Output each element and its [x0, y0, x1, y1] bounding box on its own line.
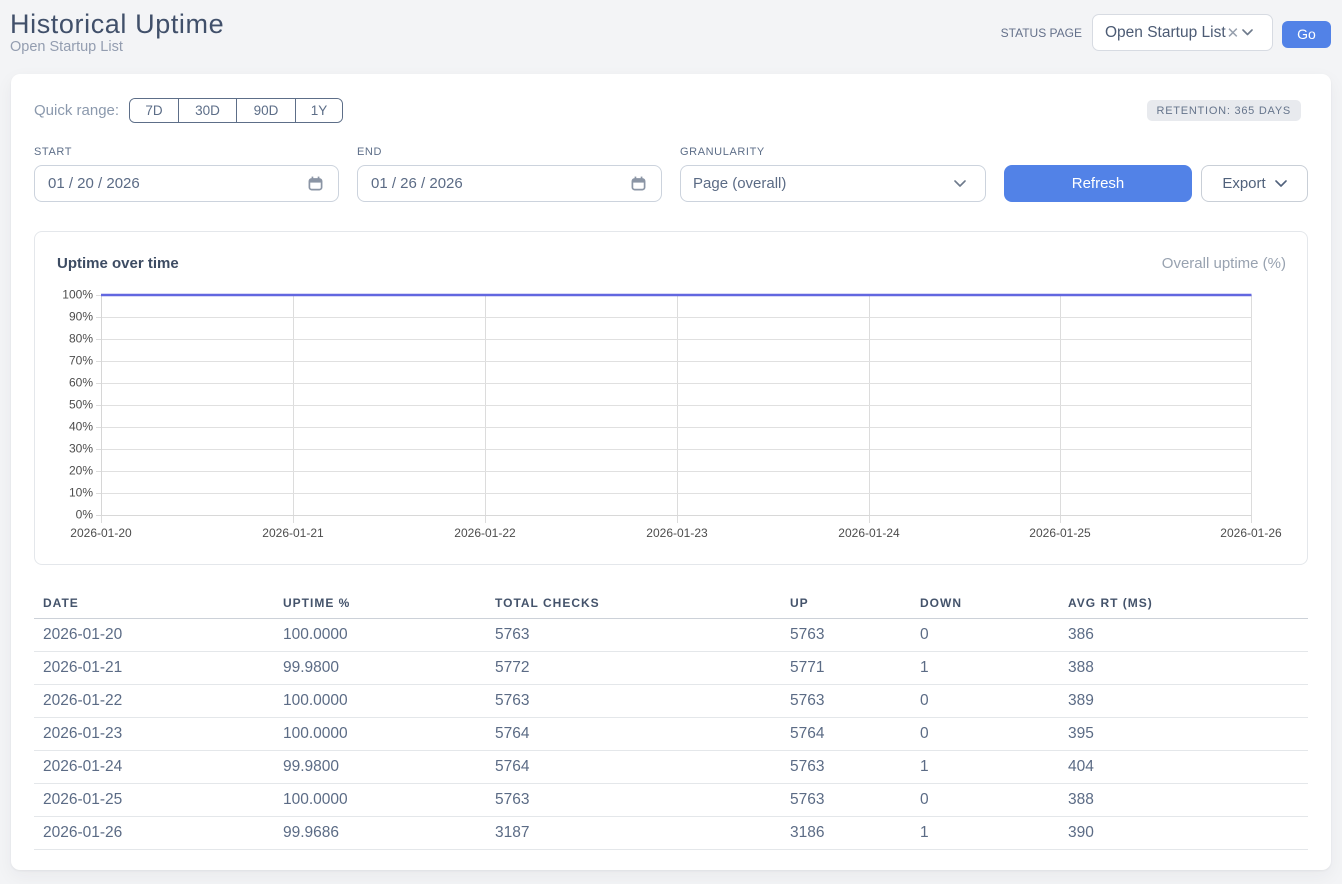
svg-text:50%: 50% [69, 398, 93, 412]
svg-text:2026-01-24: 2026-01-24 [838, 526, 900, 540]
svg-text:0%: 0% [76, 508, 94, 522]
svg-text:2026-01-20: 2026-01-20 [70, 526, 132, 540]
svg-text:2026-01-25: 2026-01-25 [1029, 526, 1091, 540]
svg-text:2026-01-26: 2026-01-26 [1220, 526, 1282, 540]
svg-text:70%: 70% [69, 354, 93, 368]
svg-text:100%: 100% [62, 288, 93, 302]
svg-text:2026-01-23: 2026-01-23 [646, 526, 708, 540]
svg-text:10%: 10% [69, 486, 93, 500]
svg-text:20%: 20% [69, 464, 93, 478]
svg-text:2026-01-21: 2026-01-21 [262, 526, 324, 540]
svg-text:90%: 90% [69, 310, 93, 324]
svg-text:60%: 60% [69, 376, 93, 390]
svg-text:30%: 30% [69, 442, 93, 456]
svg-text:40%: 40% [69, 420, 93, 434]
svg-text:2026-01-22: 2026-01-22 [454, 526, 516, 540]
svg-text:80%: 80% [69, 332, 93, 346]
